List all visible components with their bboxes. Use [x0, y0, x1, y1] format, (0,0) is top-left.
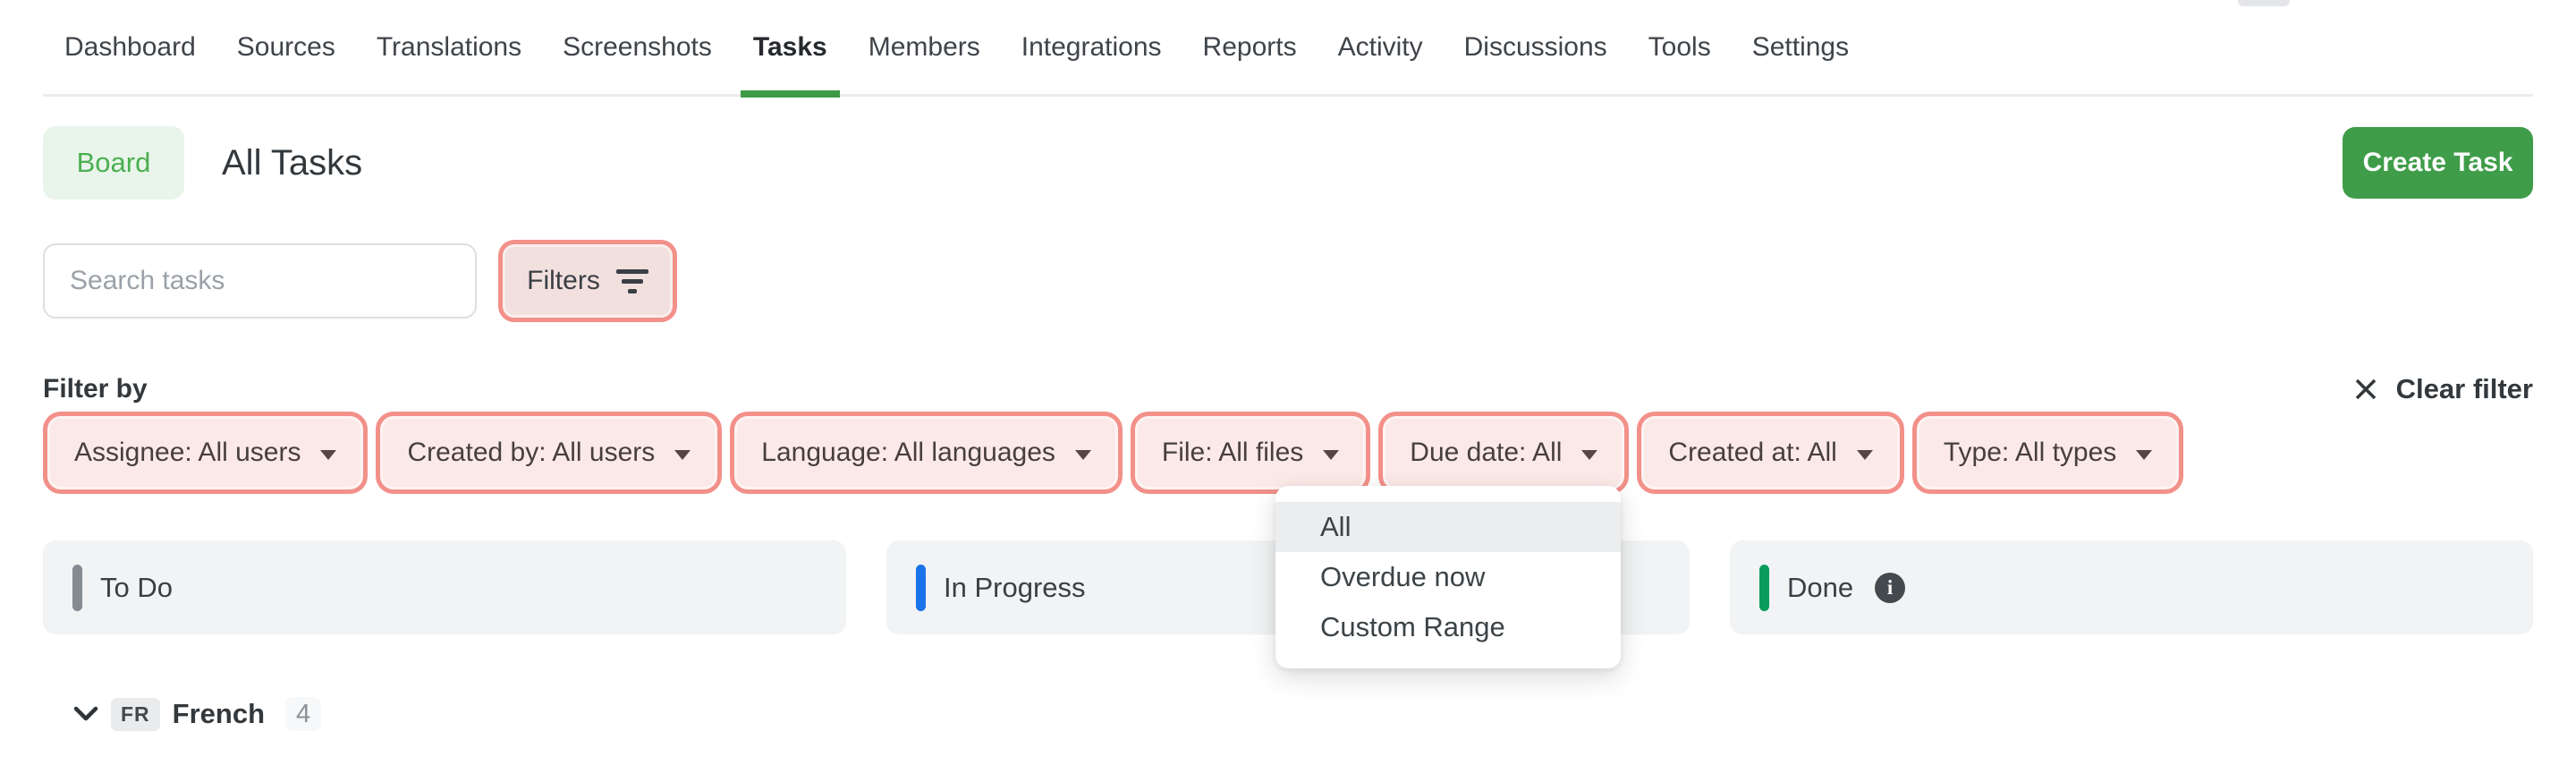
nav-tab-tasks[interactable]: Tasks [740, 0, 840, 98]
chip-label: Type: All types [1943, 438, 2117, 467]
task-count-badge: 4 [285, 697, 322, 731]
chip-label: Language: All languages [761, 438, 1055, 467]
filter-chip-assignee[interactable]: Assignee: All users [43, 412, 369, 494]
nav-tab-integrations[interactable]: Integrations [1021, 0, 1162, 94]
filters-button-label: Filters [527, 266, 600, 295]
nav-tab-tools[interactable]: Tools [1648, 0, 1711, 94]
filter-chip-file[interactable]: File: All files [1130, 412, 1371, 494]
filter-chips-row: Assignee: All users Created by: All user… [43, 412, 2533, 494]
chevron-down-icon[interactable] [72, 705, 99, 723]
in-progress-status-bar [916, 564, 926, 611]
nav-tab-screenshots[interactable]: Screenshots [563, 0, 712, 94]
language-code-badge: FR [111, 697, 160, 731]
filter-chip-due-date[interactable]: Due date: All [1378, 412, 1630, 494]
due-date-option-all[interactable]: All [1275, 502, 1621, 552]
nav-tab-dashboard[interactable]: Dashboard [64, 0, 196, 94]
top-edge-artifact [2238, 0, 2290, 6]
chevron-down-icon [1323, 449, 1340, 460]
clear-filter-label: Clear filter [2395, 373, 2533, 404]
column-in-progress-label: In Progress [944, 571, 1086, 603]
chevron-down-icon [1074, 449, 1091, 460]
chevron-down-icon [1856, 449, 1873, 460]
filter-chip-created-by[interactable]: Created by: All users [376, 412, 723, 494]
due-date-dropdown-menu: All Overdue now Custom Range [1275, 486, 1621, 668]
todo-status-bar [72, 564, 82, 611]
filter-lines-icon [615, 268, 648, 293]
page-title: All Tasks [222, 142, 363, 183]
chevron-down-icon [674, 449, 691, 460]
tasks-page: Dashboard Sources Translations Screensho… [0, 0, 2576, 757]
nav-tab-reports[interactable]: Reports [1203, 0, 1297, 94]
nav-tab-activity[interactable]: Activity [1338, 0, 1423, 94]
filters-button[interactable]: Filters [498, 240, 677, 322]
info-icon[interactable]: i [1875, 572, 1906, 603]
column-todo: To Do [43, 540, 846, 634]
search-input[interactable] [43, 243, 477, 319]
language-group-french[interactable]: FR French 4 [43, 697, 2533, 731]
page-header: Board All Tasks Create Task [43, 126, 2533, 200]
nav-tab-members[interactable]: Members [869, 0, 980, 94]
chip-label: Assignee: All users [74, 438, 301, 467]
chip-label: Created by: All users [407, 438, 656, 467]
project-nav: Dashboard Sources Translations Screensho… [43, 0, 2533, 98]
nav-tab-settings[interactable]: Settings [1752, 0, 1849, 94]
done-status-bar [1759, 564, 1769, 611]
due-date-option-overdue-now[interactable]: Overdue now [1275, 552, 1621, 602]
chevron-down-icon [2136, 449, 2153, 460]
filter-chip-created-at[interactable]: Created at: All [1637, 412, 1904, 494]
nav-tab-discussions[interactable]: Discussions [1464, 0, 1607, 94]
filter-chip-type[interactable]: Type: All types [1911, 412, 2184, 494]
language-name: French [172, 698, 266, 729]
filter-by-label: Filter by [43, 374, 148, 404]
chip-label: File: All files [1161, 438, 1304, 467]
column-done: Done i [1730, 540, 2533, 634]
create-task-button[interactable]: Create Task [2343, 127, 2533, 199]
column-todo-label: To Do [100, 571, 173, 603]
filter-bar-header: Filter by Clear filter [43, 373, 2533, 405]
board-view-toggle[interactable]: Board [43, 126, 184, 200]
chip-label: Due date: All [1410, 438, 1563, 467]
search-toolbar: Filters [43, 240, 2533, 322]
column-done-label: Done [1787, 571, 1854, 603]
clear-filter-button[interactable]: Clear filter [2351, 373, 2533, 405]
close-icon [2355, 378, 2376, 400]
chip-label: Created at: All [1668, 438, 1837, 467]
chevron-down-icon [320, 449, 337, 460]
nav-tab-sources[interactable]: Sources [237, 0, 335, 94]
filter-chip-language[interactable]: Language: All languages [730, 412, 1123, 494]
chevron-down-icon [1581, 449, 1598, 460]
due-date-option-custom-range[interactable]: Custom Range [1275, 602, 1621, 652]
nav-tab-translations[interactable]: Translations [377, 0, 521, 94]
